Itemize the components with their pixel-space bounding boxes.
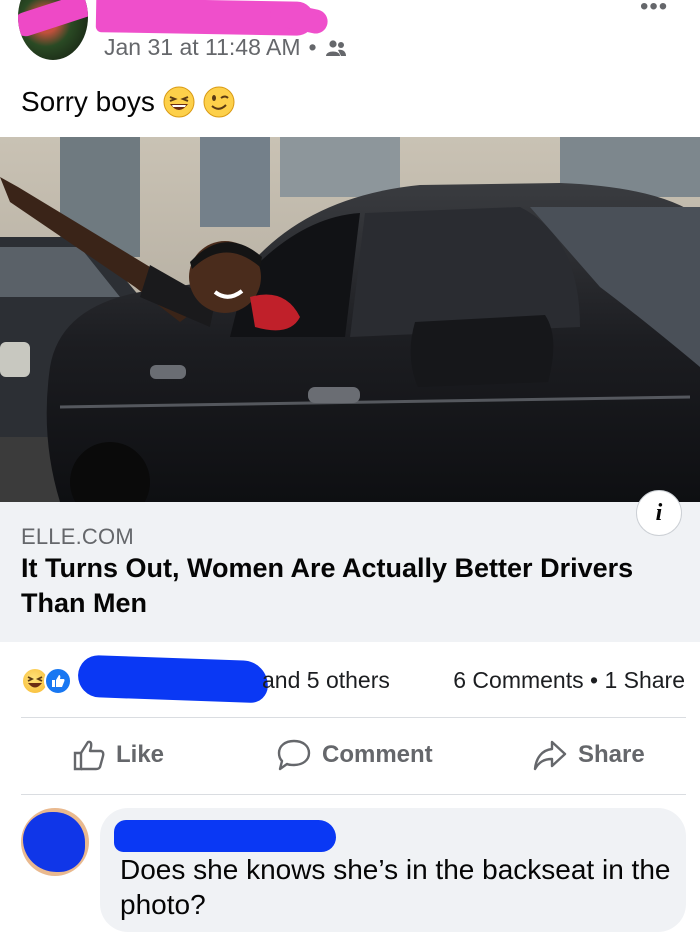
share-arrow-icon xyxy=(533,740,567,771)
comment-bubble-icon xyxy=(277,739,311,771)
like-label: Like xyxy=(116,741,165,768)
post-actions: Like Comment Share xyxy=(0,722,700,790)
share-button[interactable]: Share xyxy=(532,738,645,772)
comment-label: Comment xyxy=(322,741,433,768)
post-header: Jan 31 at 11:48 AM • ••• xyxy=(0,0,700,72)
car-photo xyxy=(0,137,700,502)
link-domain: ELLE.COM xyxy=(21,524,134,549)
comment-text: Does she knows she’s in the backseat in … xyxy=(120,854,671,920)
commenter-avatar[interactable] xyxy=(21,808,89,876)
reactions-summary[interactable]: and 5 others 6 Comments • 1 Share xyxy=(0,654,700,705)
thumbs-up-icon xyxy=(73,740,105,771)
comments-shares-count[interactable]: 6 Comments • 1 Share xyxy=(453,667,685,694)
reactor-names-redaction xyxy=(77,654,269,704)
info-button[interactable]: i xyxy=(636,490,682,536)
link-image[interactable] xyxy=(0,137,700,502)
poster-avatar[interactable] xyxy=(18,0,88,60)
grinning-squinting-face-icon xyxy=(163,86,195,118)
avatar-redaction xyxy=(18,0,88,40)
friends-icon xyxy=(325,39,346,56)
meta-separator: • xyxy=(308,34,317,60)
reactors-others[interactable]: and 5 others xyxy=(262,667,390,694)
post-text: Sorry boys xyxy=(21,86,235,118)
divider-bottom xyxy=(21,794,686,795)
comment-button[interactable]: Comment xyxy=(276,738,433,772)
post-message: Sorry boys xyxy=(21,86,155,117)
more-options-icon[interactable]: ••• xyxy=(640,0,668,19)
commenter-name-redaction xyxy=(114,820,336,852)
link-title[interactable]: It Turns Out, Women Are Actually Better … xyxy=(21,551,686,621)
commenter-avatar-redaction xyxy=(23,812,85,872)
like-button[interactable]: Like xyxy=(72,738,164,772)
winking-face-icon xyxy=(203,86,235,118)
share-label: Share xyxy=(578,741,645,768)
post-timestamp[interactable]: Jan 31 at 11:48 AM xyxy=(104,34,301,61)
post-meta: Jan 31 at 11:48 AM • xyxy=(104,34,347,61)
divider-top xyxy=(21,717,686,718)
like-reaction-icon xyxy=(44,667,72,695)
